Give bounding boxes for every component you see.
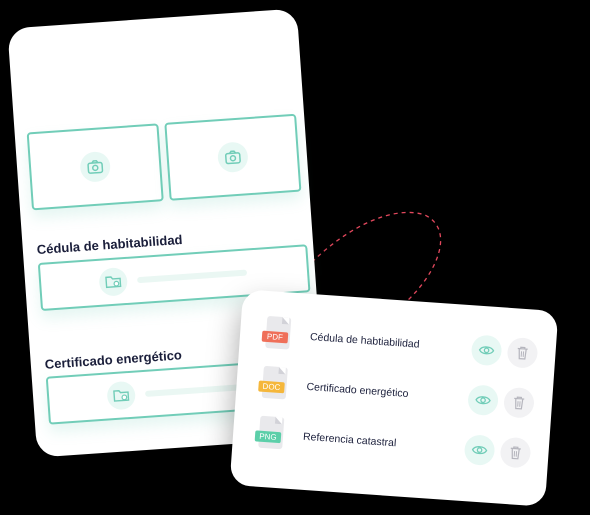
- delete-document-button[interactable]: [499, 436, 532, 469]
- file-type-tag: PDF: [261, 330, 289, 344]
- photo-upload-slot-2[interactable]: [164, 113, 302, 201]
- delete-document-button[interactable]: [506, 336, 539, 369]
- file-type-tag: DOC: [258, 380, 285, 394]
- document-row-pdf: PDF Cédula de habtiabilidad: [261, 315, 543, 375]
- doc-file-icon: DOC: [257, 365, 289, 404]
- camera-icon: [79, 150, 112, 183]
- png-file-icon: PNG: [254, 415, 286, 453]
- eye-icon: [478, 346, 495, 355]
- delete-document-button[interactable]: [502, 386, 535, 419]
- view-document-button[interactable]: [463, 434, 496, 467]
- camera-icon: [216, 141, 249, 174]
- eye-icon: [475, 396, 491, 405]
- pdf-file-icon: PDF: [261, 315, 293, 354]
- document-row-doc: DOC Certificado energético: [257, 365, 539, 425]
- photo-upload-slot-1[interactable]: [26, 123, 164, 211]
- document-name: Cédula de habtiabilidad: [309, 331, 420, 351]
- folder-upload-icon: [98, 266, 129, 297]
- folder-upload-icon: [106, 380, 137, 411]
- trash-icon: [514, 396, 525, 410]
- eye-icon: [471, 446, 488, 455]
- view-document-button[interactable]: [467, 384, 500, 417]
- upload-progress-bar: [137, 269, 248, 284]
- documents-card: PDF Cédula de habtiabilidad DOC Certific…: [229, 289, 559, 507]
- view-document-button[interactable]: [470, 334, 503, 367]
- document-name: Referencia catastral: [302, 430, 397, 450]
- document-name: Certificado energético: [306, 380, 409, 400]
- document-row-png: PNG Referencia catastral: [254, 415, 536, 474]
- trash-icon: [510, 446, 521, 460]
- section-label-habitability: Cédula de habitabilidad: [36, 231, 183, 258]
- trash-icon: [517, 346, 528, 360]
- file-type-tag: PNG: [254, 430, 282, 444]
